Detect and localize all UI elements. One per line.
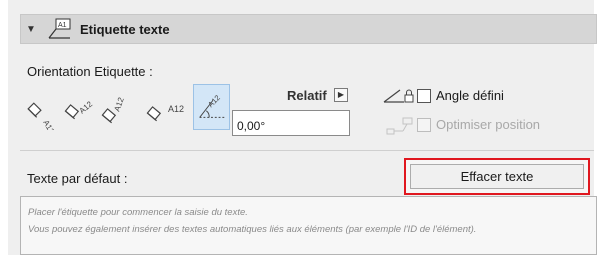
svg-text:A12: A12 bbox=[78, 99, 95, 115]
triangle-down-icon[interactable]: ▼ bbox=[26, 24, 44, 35]
svg-text:A12: A12 bbox=[112, 96, 126, 113]
angle-value-input[interactable]: 0,00° bbox=[232, 110, 350, 136]
optimize-position-checkbox[interactable] bbox=[417, 118, 431, 132]
default-text-label: Texte par défaut : bbox=[27, 171, 128, 186]
angle-defined-checkbox[interactable] bbox=[417, 89, 431, 103]
clear-text-button[interactable]: Effacer texte bbox=[404, 158, 590, 195]
svg-text:A1: A1 bbox=[58, 22, 67, 29]
section-header-etiquette-texte[interactable]: ▼ A1 Etiquette texte bbox=[20, 14, 597, 44]
default-text-area[interactable]: Placer l'étiquette pour commencer la sai… bbox=[20, 196, 597, 255]
orientation-option-rotated-diagonal[interactable]: A12 bbox=[64, 84, 98, 130]
relatif-toggle-button[interactable]: ▶ bbox=[334, 88, 348, 102]
placeholder-line-2: Vous pouvez également insérer des textes… bbox=[28, 224, 477, 235]
relatif-label: Relatif bbox=[287, 88, 327, 103]
optimize-position-label: Optimiser position bbox=[436, 117, 541, 132]
orientation-option-angled-selected[interactable]: A12 bbox=[193, 84, 230, 130]
svg-text:A12: A12 bbox=[168, 104, 184, 114]
orientation-label: Orientation Etiquette : bbox=[27, 64, 153, 79]
orientation-option-rotated-up[interactable]: A12 bbox=[99, 84, 133, 130]
optimize-position-icon bbox=[385, 116, 415, 136]
placeholder-line-1: Placer l'étiquette pour commencer la sai… bbox=[28, 207, 248, 218]
orientation-option-horizontal[interactable]: A12 bbox=[146, 84, 194, 130]
clear-text-button-label: Effacer texte bbox=[410, 164, 584, 189]
label-text-icon: A1 bbox=[46, 18, 74, 40]
angle-defined-label: Angle défini bbox=[436, 88, 504, 103]
angle-lock-icon bbox=[382, 86, 416, 106]
section-title: Etiquette texte bbox=[80, 21, 170, 37]
svg-text:A12: A12 bbox=[41, 119, 56, 131]
section-divider bbox=[20, 150, 594, 151]
orientation-option-rotated-left[interactable]: A12 bbox=[27, 84, 61, 136]
